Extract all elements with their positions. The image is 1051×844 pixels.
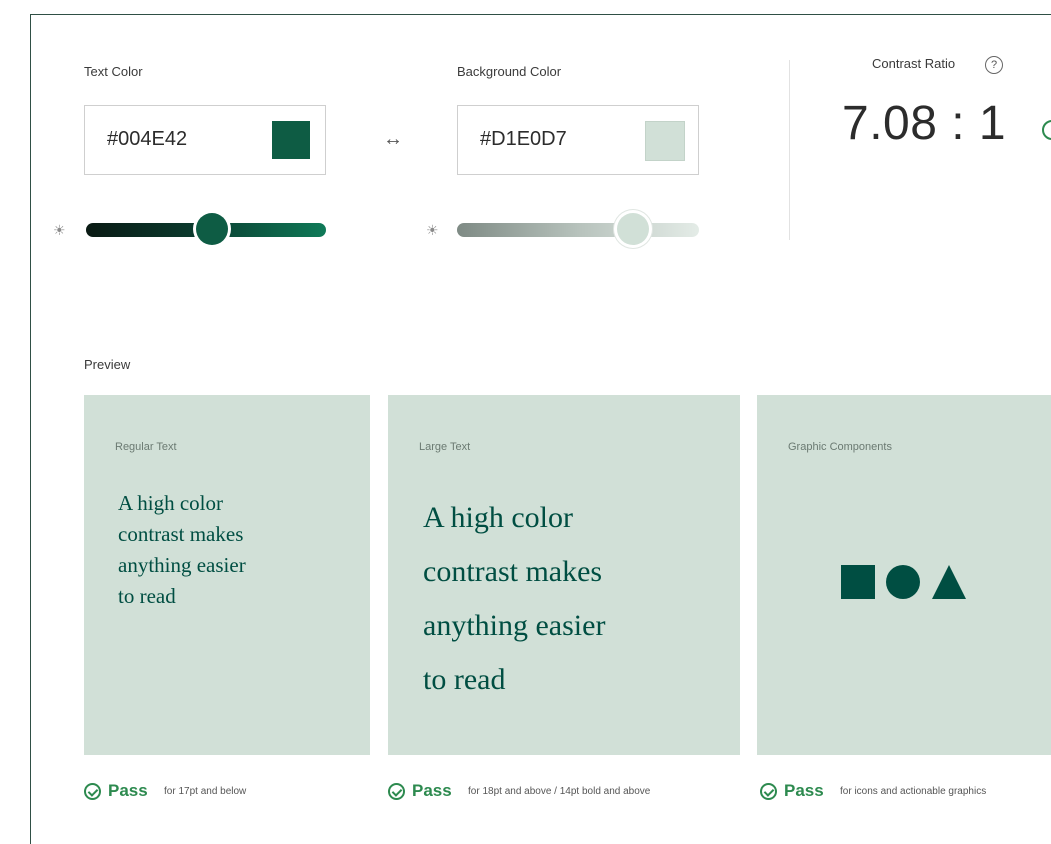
pass-check-icon bbox=[84, 783, 101, 800]
card-title: Large Text bbox=[419, 441, 471, 453]
text-color-field[interactable] bbox=[84, 105, 326, 175]
background-color-field[interactable] bbox=[457, 105, 699, 175]
pass-status: Pass bbox=[412, 781, 452, 800]
contrast-ratio-value: 7.08 : 1 bbox=[842, 97, 1007, 150]
text-color-input[interactable] bbox=[107, 128, 257, 151]
help-icon[interactable]: ? bbox=[985, 56, 1003, 74]
background-color-input[interactable] bbox=[480, 128, 630, 151]
triangle-icon bbox=[932, 565, 966, 599]
swap-horizontal-icon[interactable]: ↔ bbox=[383, 129, 403, 149]
pass-check-icon bbox=[388, 783, 405, 800]
text-color-swatch[interactable] bbox=[272, 121, 310, 159]
regular-text-card: Regular Text A high color contrast makes… bbox=[84, 395, 370, 755]
large-text-card: Large Text A high color contrast makes a… bbox=[388, 395, 740, 755]
regular-text-sample: A high color contrast makes anything eas… bbox=[118, 491, 246, 608]
brightness-icon: ☀ bbox=[426, 222, 439, 238]
section-divider bbox=[789, 60, 790, 240]
background-color-brightness-slider[interactable] bbox=[457, 223, 699, 237]
contrast-ratio-label: Contrast Ratio bbox=[872, 56, 956, 71]
result-note: for 17pt and below bbox=[164, 786, 247, 797]
pass-check-icon bbox=[760, 783, 777, 800]
preview-label: Preview bbox=[84, 357, 131, 372]
background-color-label: Background Color bbox=[457, 64, 562, 79]
brightness-icon: ☀ bbox=[53, 222, 66, 238]
pass-status: Pass bbox=[784, 781, 824, 800]
graphic-shapes bbox=[841, 565, 966, 599]
pass-status: Pass bbox=[108, 781, 148, 800]
background-color-slider-thumb[interactable] bbox=[617, 213, 649, 245]
large-text-sample: A high color contrast makes anything eas… bbox=[423, 501, 606, 696]
graphic-components-card: Graphic Components bbox=[757, 395, 1051, 755]
text-color-label: Text Color bbox=[84, 64, 143, 79]
background-color-swatch[interactable] bbox=[645, 121, 685, 161]
text-color-slider-thumb[interactable] bbox=[196, 213, 228, 245]
result-note: for icons and actionable graphics bbox=[840, 786, 987, 797]
card-title: Graphic Components bbox=[788, 441, 892, 453]
result-note: for 18pt and above / 14pt bold and above bbox=[468, 786, 651, 797]
square-icon bbox=[841, 565, 875, 599]
circle-icon bbox=[886, 565, 920, 599]
card-title: Regular Text bbox=[115, 441, 177, 453]
